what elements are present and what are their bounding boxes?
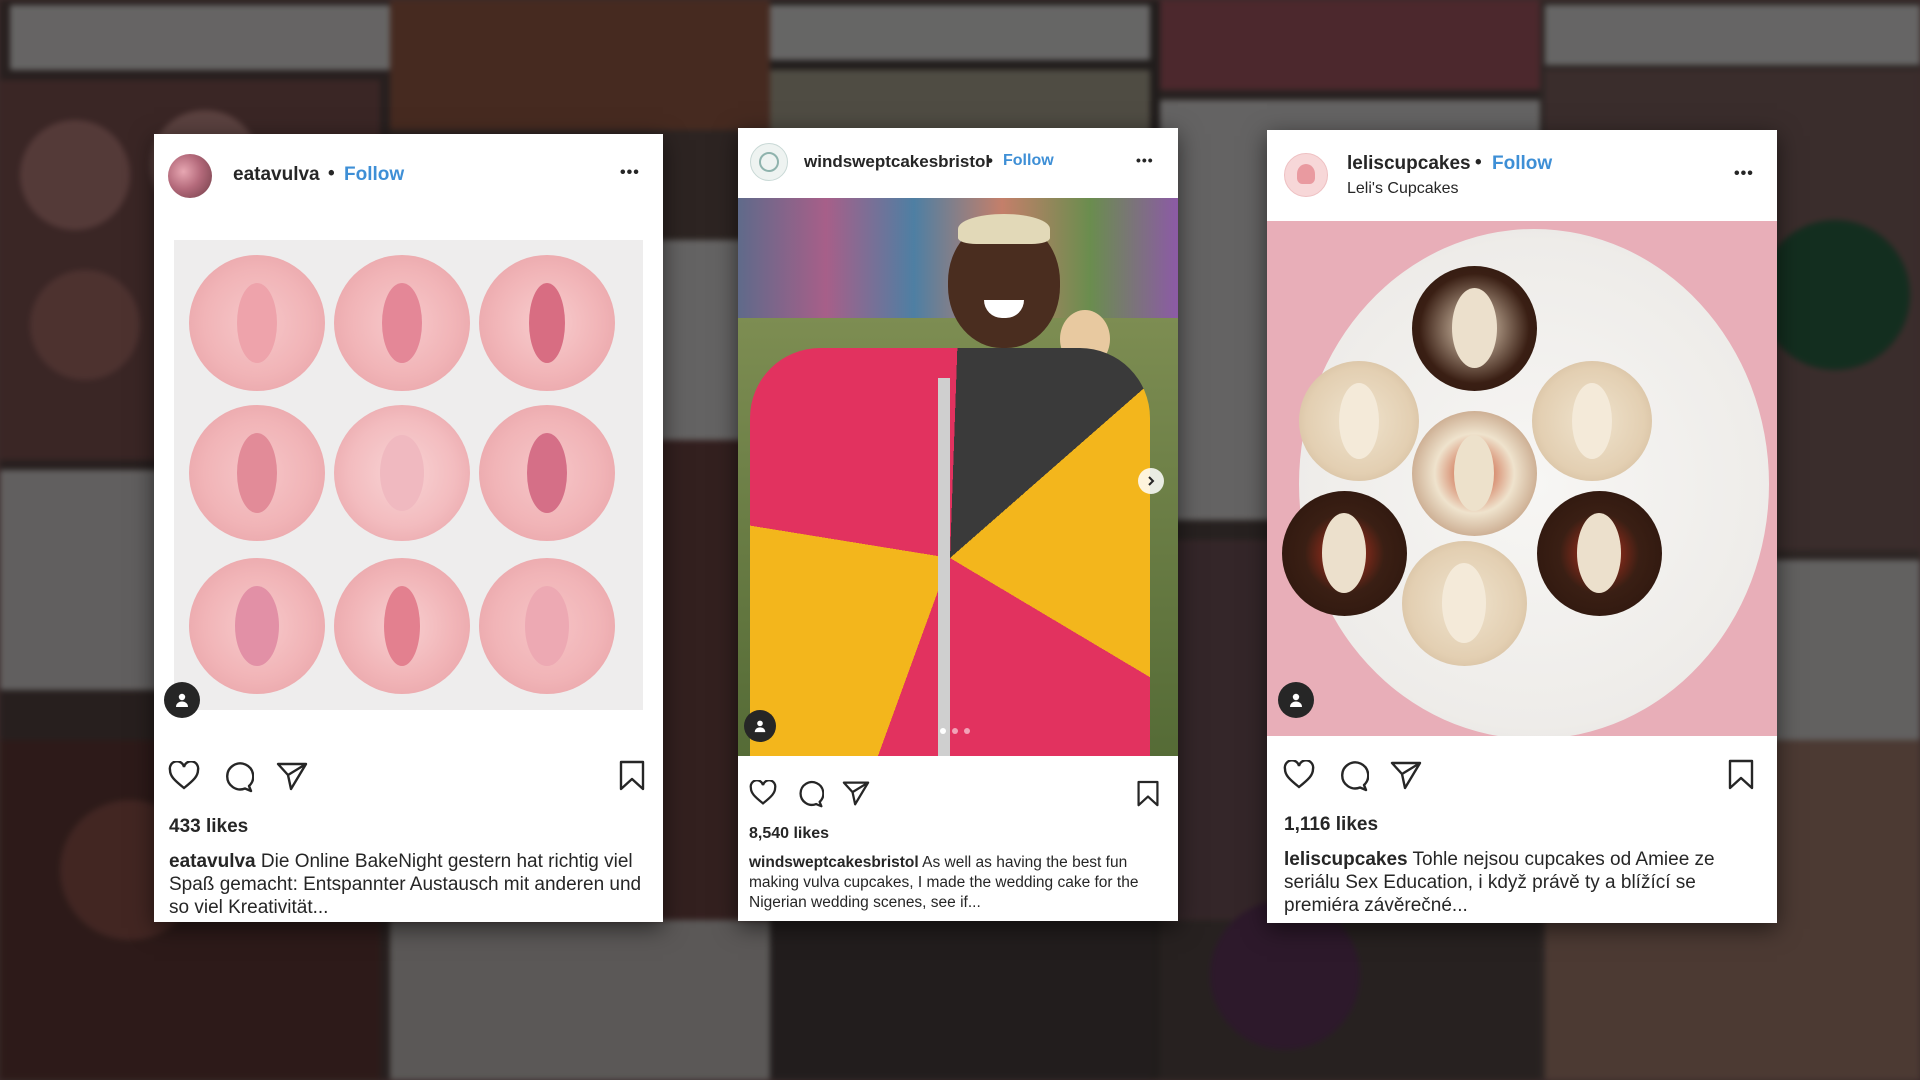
comment-icon[interactable] (796, 780, 824, 808)
follow-button[interactable]: Follow (344, 164, 404, 186)
follow-button[interactable]: Follow (1492, 153, 1552, 175)
follow-button[interactable]: Follow (1003, 152, 1054, 170)
cupcake (1402, 541, 1527, 666)
user-tag-icon[interactable] (1278, 682, 1314, 718)
cupcake (189, 255, 325, 391)
chevron-right-icon[interactable] (1138, 468, 1164, 494)
cupcake (334, 405, 470, 541)
cupcake (479, 255, 615, 391)
comment-icon[interactable] (1337, 760, 1369, 792)
account-name: Leli's Cupcakes (1347, 180, 1459, 197)
post-caption: leliscupcakes Tohle nejsou cupcakes od A… (1284, 848, 1754, 918)
bookmark-icon[interactable] (1136, 780, 1160, 808)
cupcake (1532, 361, 1652, 481)
caption-username[interactable]: windsweptcakesbristol (749, 854, 919, 871)
jacket (750, 348, 1150, 756)
avatar[interactable] (750, 143, 788, 181)
more-icon[interactable]: ••• (1734, 165, 1754, 183)
cupcake (334, 558, 470, 694)
person-hair (958, 214, 1050, 244)
jacket-stripe (938, 378, 950, 756)
share-icon[interactable] (842, 780, 870, 806)
post-caption: windsweptcakesbristol As well as having … (749, 853, 1169, 913)
cupcake (189, 558, 325, 694)
separator-dot: • (328, 163, 335, 184)
heart-icon[interactable] (1283, 760, 1315, 790)
cupcake (1299, 361, 1419, 481)
cupcake (479, 558, 615, 694)
heart-icon[interactable] (168, 761, 200, 791)
caption-username[interactable]: leliscupcakes (1284, 849, 1408, 870)
post-card-leliscupcakes: leliscupcakes • Follow Leli's Cupcakes •… (1267, 130, 1777, 923)
post-card-windsweptcakesbristol: windsweptcakesbristol • Follow ••• 8,540… (738, 128, 1178, 921)
cupcake (334, 255, 470, 391)
cupcake (1412, 411, 1537, 536)
username[interactable]: windsweptcakesbristol (804, 152, 990, 172)
separator-dot: • (987, 151, 993, 170)
post-image[interactable] (738, 198, 1178, 756)
share-icon[interactable] (1390, 760, 1422, 790)
post-image[interactable] (174, 240, 643, 710)
more-icon[interactable]: ••• (1136, 152, 1154, 168)
username[interactable]: eatavulva (233, 164, 320, 186)
likes-count[interactable]: 1,116 likes (1284, 814, 1378, 836)
bookmark-icon[interactable] (1727, 759, 1755, 791)
likes-count[interactable]: 433 likes (169, 816, 248, 838)
separator-dot: • (1475, 152, 1482, 173)
post-card-eatavulva: eatavulva • Follow ••• 433 likes eatavul… (154, 134, 663, 922)
user-tag-icon[interactable] (744, 710, 776, 742)
post-caption: eatavulva Die Online BakeNight gestern h… (169, 850, 649, 920)
cupcake (1537, 491, 1662, 616)
comment-icon[interactable] (222, 761, 254, 793)
avatar[interactable] (168, 154, 212, 198)
caption-username[interactable]: eatavulva (169, 851, 256, 872)
cupcake (189, 405, 325, 541)
cupcake (479, 405, 615, 541)
share-icon[interactable] (276, 761, 308, 791)
user-tag-icon[interactable] (164, 682, 200, 718)
cupcake (1412, 266, 1537, 391)
heart-icon[interactable] (749, 780, 777, 806)
likes-count[interactable]: 8,540 likes (749, 825, 829, 843)
avatar[interactable] (1284, 153, 1328, 197)
bookmark-icon[interactable] (618, 760, 646, 792)
username[interactable]: leliscupcakes (1347, 153, 1471, 175)
cupcake (1282, 491, 1407, 616)
post-image[interactable] (1267, 221, 1777, 736)
carousel-dots (940, 728, 976, 736)
more-icon[interactable]: ••• (620, 164, 640, 182)
